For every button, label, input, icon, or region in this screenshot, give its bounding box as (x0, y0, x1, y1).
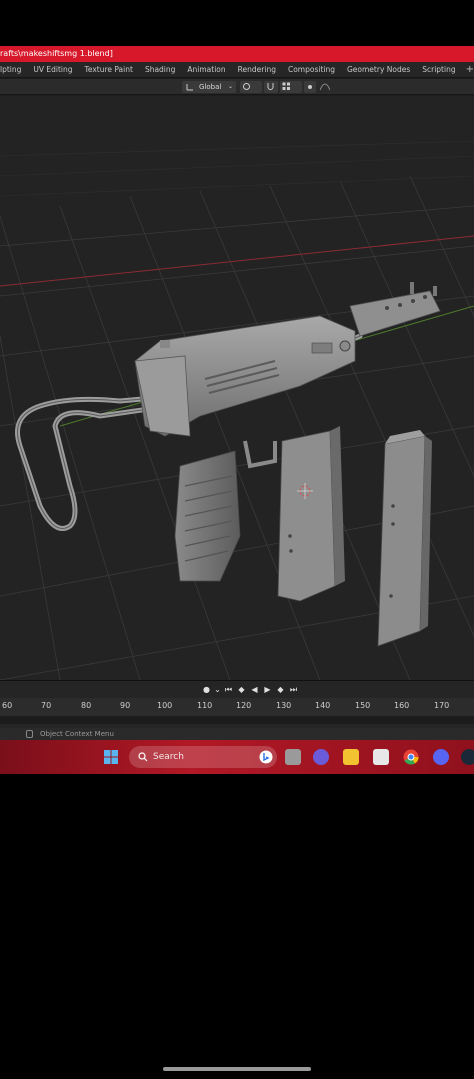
3d-viewport[interactable] (0, 96, 474, 680)
tab-geometry-nodes[interactable]: Geometry Nodes (341, 62, 416, 77)
falloff-dropdown[interactable] (318, 81, 338, 93)
tab-animation[interactable]: Animation (181, 62, 231, 77)
task-view-icon[interactable] (285, 749, 301, 765)
magnet-icon (267, 83, 274, 90)
jump-end-icon[interactable]: ⏭ (287, 684, 300, 696)
gun-grip (174, 450, 241, 582)
frame-label: 140 (315, 701, 331, 710)
home-indicator[interactable] (163, 1067, 311, 1071)
spare-magazine (377, 430, 432, 647)
frame-label: 170 (434, 701, 450, 710)
orientation-label: Global (199, 83, 222, 91)
status-hint: Object Context Menu (40, 730, 114, 738)
chevron-down-icon: ⌄ (227, 83, 233, 90)
keyframe-dot-icon[interactable]: ● (200, 684, 213, 696)
next-keyframe-icon[interactable]: ◆ (274, 684, 287, 696)
tab-sculpting[interactable]: lpting (0, 62, 27, 77)
proportional-editing-toggle[interactable] (304, 81, 316, 93)
frame-label: 110 (197, 701, 213, 710)
gun-receiver (134, 315, 356, 437)
transform-orientation-dropdown[interactable]: Global ⌄ (182, 81, 236, 93)
add-workspace-button[interactable]: + (462, 62, 474, 77)
play-reverse-icon[interactable]: ◀ (248, 684, 261, 696)
frame-label: 90 (120, 701, 131, 710)
tab-shading[interactable]: Shading (139, 62, 181, 77)
frame-label: 150 (355, 701, 371, 710)
frame-label: 120 (236, 701, 252, 710)
snap-target-dropdown[interactable] (280, 81, 302, 93)
tab-uv-editing[interactable]: UV Editing (27, 62, 78, 77)
mouse-icon (26, 730, 33, 738)
frame-label: 160 (394, 701, 410, 710)
frame-label: 70 (41, 701, 52, 710)
pivot-icon (243, 83, 250, 90)
steam-icon[interactable] (461, 749, 474, 765)
viewport-header: Global ⌄ (0, 79, 474, 95)
blender-window: rafts\makeshiftsmg 1.blend] lpting UV Ed… (0, 46, 474, 774)
timeline-track[interactable] (0, 716, 474, 724)
dot-icon (308, 85, 312, 89)
tab-scripting[interactable]: Scripting (416, 62, 461, 77)
prev-keyframe-icon[interactable]: ◆ (235, 684, 248, 696)
discord-icon[interactable] (433, 749, 449, 765)
teams-chat-icon[interactable] (313, 749, 329, 765)
bing-icon (259, 750, 273, 764)
snap-grid-icon (282, 82, 290, 90)
timeline-panel: ● ⌄ ⏮ ◆ ◀ ▶ ◆ ⏭ 60 70 80 90 100 110 120 … (0, 680, 474, 728)
x-axis-line (0, 235, 474, 287)
taskbar-search-box[interactable]: Search (129, 746, 277, 768)
windows-start-icon[interactable] (103, 749, 119, 765)
tab-compositing[interactable]: Compositing (282, 62, 341, 77)
snap-toggle[interactable] (264, 81, 278, 93)
frame-ruler[interactable]: 60 70 80 90 100 110 120 130 140 150 160 … (0, 698, 474, 716)
search-icon (138, 752, 148, 762)
playback-controls: ● ⌄ ⏮ ◆ ◀ ▶ ◆ ⏭ (200, 683, 300, 697)
workspace-tabs: lpting UV Editing Texture Paint Shading … (0, 62, 474, 78)
grid-horizon (0, 140, 474, 197)
chrome-icon[interactable] (403, 749, 419, 765)
gun-magazine-well (277, 426, 345, 602)
search-placeholder: Search (153, 752, 184, 762)
trigger-guard (243, 440, 277, 469)
tab-rendering[interactable]: Rendering (232, 62, 282, 77)
microsoft-store-icon[interactable] (373, 749, 389, 765)
window-title: rafts\makeshiftsmg 1.blend] (0, 49, 113, 58)
axis-icon (186, 84, 193, 91)
file-explorer-icon[interactable] (343, 749, 359, 765)
scene-canvas (0, 140, 474, 680)
play-icon[interactable]: ▶ (261, 684, 274, 696)
pivot-point-dropdown[interactable] (240, 81, 262, 93)
status-bar: Object Context Menu (0, 728, 474, 740)
windows-taskbar: Search (0, 740, 474, 774)
gun-barrel (349, 282, 441, 337)
frame-label: 100 (157, 701, 173, 710)
jump-start-icon[interactable]: ⏮ (222, 684, 235, 696)
frame-label: 60 (2, 701, 13, 710)
chevron-down-icon[interactable]: ⌄ (213, 684, 222, 696)
frame-label: 130 (276, 701, 292, 710)
title-bar: rafts\makeshiftsmg 1.blend] (0, 46, 474, 62)
tab-texture-paint[interactable]: Texture Paint (79, 62, 139, 77)
falloff-curve-icon (320, 83, 330, 91)
frame-label: 80 (81, 701, 92, 710)
